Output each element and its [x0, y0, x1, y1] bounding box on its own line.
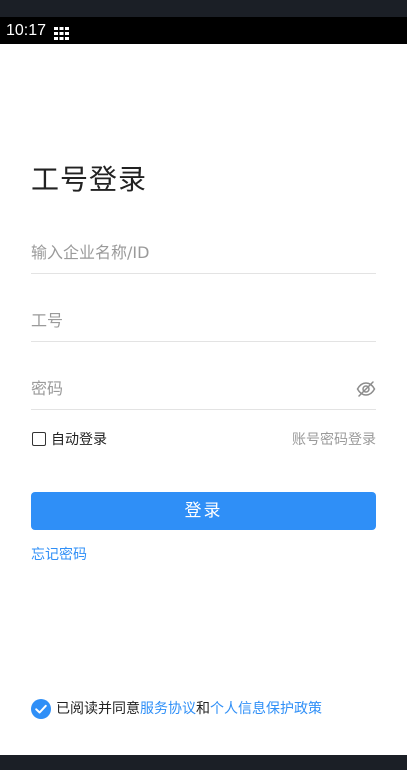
password-field[interactable]: 密码 [31, 370, 376, 410]
company-placeholder[interactable]: 输入企业名称/ID [31, 242, 149, 264]
status-time: 10:17 [6, 22, 47, 39]
privacy-policy-link[interactable]: 个人信息保护政策 [210, 701, 322, 717]
password-underline [31, 409, 376, 410]
password-placeholder[interactable]: 密码 [31, 378, 63, 400]
auto-login-checkbox[interactable] [32, 432, 46, 446]
employee-id-underline [31, 341, 376, 342]
bottom-system-band [0, 755, 407, 770]
agreement-text: 已阅读并同意服务协议和个人信息保护政策 [56, 699, 322, 719]
employee-id-field[interactable]: 工号 [31, 302, 376, 342]
status-bar: 10:17 [0, 17, 407, 44]
login-button[interactable]: 登录 [31, 492, 376, 530]
service-agreement-link[interactable]: 服务协议 [140, 701, 196, 717]
forgot-password-link[interactable]: 忘记密码 [31, 545, 87, 565]
top-system-band [0, 0, 407, 17]
agreement-check-icon[interactable] [31, 699, 51, 719]
eye-off-icon[interactable] [356, 379, 376, 399]
account-password-login-link[interactable]: 账号密码登录 [292, 430, 376, 450]
page-title: 工号登录 [31, 163, 148, 196]
agreement-conjunction: 和 [196, 701, 210, 717]
agreement-prefix: 已阅读并同意 [56, 701, 140, 717]
company-underline [31, 273, 376, 274]
grid-icon [54, 25, 69, 40]
company-field[interactable]: 输入企业名称/ID [31, 234, 376, 274]
employee-id-placeholder[interactable]: 工号 [31, 310, 63, 332]
auto-login-label[interactable]: 自动登录 [51, 430, 107, 450]
